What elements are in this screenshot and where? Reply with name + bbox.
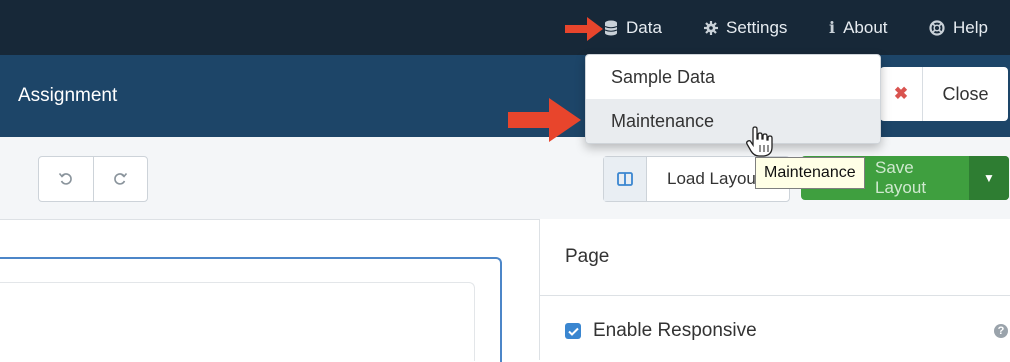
help-question-icon[interactable]: ? [994,324,1008,338]
menu-item-sample-data[interactable]: Sample Data [586,55,880,99]
callout-arrow-icon [565,17,603,41]
layout-canvas-row[interactable] [0,282,475,361]
nav-about[interactable]: i About [829,0,888,55]
nav-about-label: About [843,17,888,37]
undo-redo-group [38,156,148,202]
data-dropdown-menu: Sample Data Maintenance [585,54,881,144]
nav-settings[interactable]: Settings [704,0,787,55]
lifebuoy-icon [929,19,945,36]
database-icon [604,20,618,36]
menu-item-maintenance[interactable]: Maintenance [586,99,880,143]
nav-data-label: Data [626,17,662,37]
page-title: Assignment [18,85,118,106]
enable-responsive-option[interactable]: Enable Responsive [565,320,757,342]
close-icon[interactable]: ✖ [880,67,923,121]
load-layout-label: Load Layout [667,169,761,188]
nav-settings-label: Settings [726,17,788,37]
hand-cursor-icon [746,126,773,157]
settings-panel: Page Enable Responsive ? [539,219,1010,360]
caret-down-icon: ▼ [983,171,995,185]
close-button[interactable]: Close [923,67,1008,121]
enable-responsive-label: Enable Responsive [593,320,757,341]
close-button-group: ✖ Close [880,67,1008,121]
undo-icon[interactable] [39,157,94,201]
columns-icon [604,157,647,201]
nav-help-label: Help [953,17,988,37]
enable-responsive-checkbox[interactable] [565,323,581,339]
nav-help[interactable]: Help [929,0,988,55]
gear-icon [704,20,718,35]
top-navbar: Data Settings i About Help [0,0,1010,55]
redo-icon[interactable] [94,157,148,201]
info-icon: i [829,18,836,37]
nav-data[interactable]: Data [604,0,662,55]
save-dropdown-toggle[interactable]: ▼ [969,156,1009,200]
settings-panel-header: Page [540,219,1010,296]
settings-panel-title: Page [565,246,610,267]
callout-arrow-icon [508,98,581,142]
tooltip: Maintenance [755,157,865,189]
